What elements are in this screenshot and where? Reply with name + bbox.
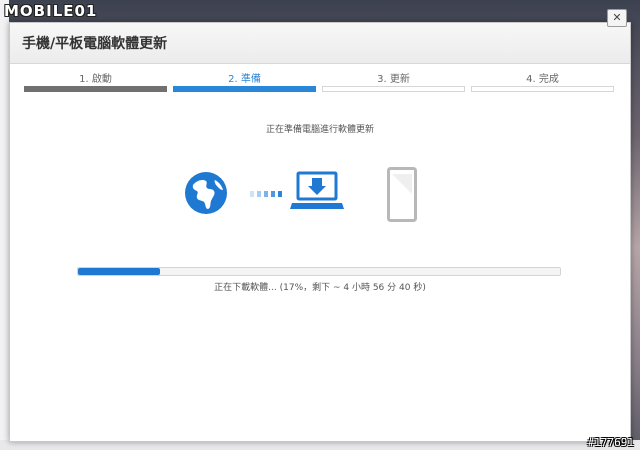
- desktop-strip: [0, 0, 9, 450]
- progress-status-text: 正在下載軟體... (17%，剩下 ~ 4 小時 56 分 40 秒): [214, 283, 426, 293]
- step-bar: [322, 86, 465, 92]
- dialog-titlebar: 手機/平板電腦軟體更新 ✕: [10, 9, 630, 64]
- step-complete: 4. 完成: [471, 67, 614, 93]
- step-prepare: 2. 準備: [173, 67, 316, 93]
- status-message: 正在準備電腦進行軟體更新: [265, 125, 374, 135]
- dialog-title: 手機/平板電腦軟體更新: [22, 36, 168, 52]
- watermark-id: #177691: [587, 436, 634, 449]
- phone-icon: [387, 167, 417, 222]
- step-start: 1. 啟動: [24, 67, 167, 93]
- step-indicator: 1. 啟動 2. 準備 3. 更新 4. 完成: [24, 67, 616, 93]
- watermark-logo: MOBILE01: [4, 2, 98, 20]
- transfer-illustration: [10, 163, 630, 233]
- step-bar: [24, 86, 167, 92]
- step-bar: [471, 86, 614, 92]
- step-bar: [173, 86, 316, 92]
- globe-icon: [185, 172, 227, 214]
- progress-fill: [78, 268, 160, 275]
- download-progress-bar: [77, 267, 561, 276]
- step-label: 4. 完成: [526, 74, 559, 85]
- step-label: 3. 更新: [377, 74, 410, 85]
- laptop-download-icon: [290, 171, 344, 209]
- step-update: 3. 更新: [322, 67, 465, 93]
- transfer-dots-icon: [250, 191, 282, 197]
- close-button[interactable]: ✕: [607, 9, 627, 27]
- step-label: 2. 準備: [228, 74, 261, 85]
- step-label: 1. 啟動: [79, 74, 112, 85]
- update-dialog: 手機/平板電腦軟體更新 ✕ 1. 啟動 2. 準備 3. 更新 4. 完成 正在…: [9, 9, 631, 442]
